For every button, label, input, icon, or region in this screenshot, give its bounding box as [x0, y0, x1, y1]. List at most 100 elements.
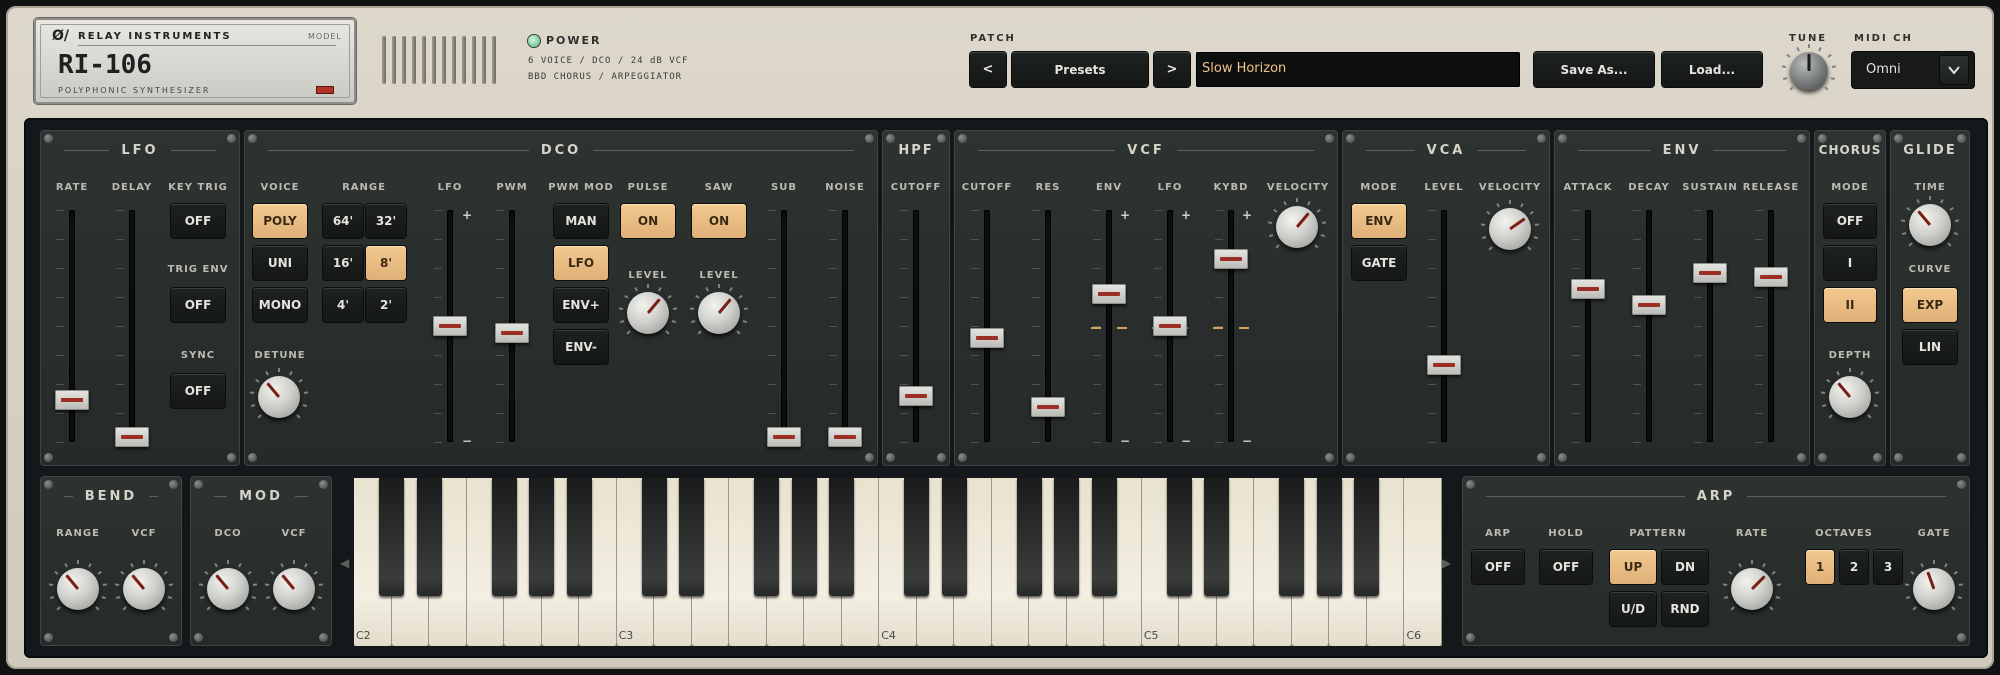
- black-key[interactable]: [566, 478, 592, 596]
- dco-pwm-slider[interactable]: [492, 198, 532, 454]
- vcf-velocity-knob[interactable]: [1276, 206, 1318, 248]
- range-8-button[interactable]: 8': [366, 246, 406, 280]
- slider-cap[interactable]: [970, 327, 1004, 348]
- patch-name-display[interactable]: Slow Horizon: [1196, 52, 1520, 87]
- mod-dco-knob[interactable]: [207, 568, 249, 610]
- voice-uni-button[interactable]: UNI: [253, 246, 307, 280]
- vcf-env-slider[interactable]: [1089, 198, 1129, 454]
- lfo-trigenv-button[interactable]: OFF: [171, 288, 225, 322]
- tune-knob[interactable]: [1790, 52, 1828, 90]
- black-key[interactable]: [904, 478, 930, 596]
- slider-cap[interactable]: [1571, 278, 1605, 299]
- pwmmod-man-button[interactable]: MAN: [554, 204, 608, 238]
- arp-gate-knob[interactable]: [1913, 568, 1955, 610]
- black-key[interactable]: [416, 478, 442, 596]
- slider-cap[interactable]: [115, 427, 149, 448]
- vcf-lfo-slider[interactable]: [1150, 198, 1190, 454]
- arp-toggle-button[interactable]: OFF: [1472, 550, 1524, 584]
- patch-prev-button[interactable]: <: [970, 52, 1006, 87]
- pulse-level-knob[interactable]: [627, 292, 669, 334]
- chorus-i-button[interactable]: I: [1824, 246, 1876, 280]
- arp-pattern-up-button[interactable]: UP: [1610, 550, 1656, 584]
- range-4-button[interactable]: 4': [323, 288, 363, 322]
- black-key[interactable]: [1204, 478, 1230, 596]
- mod-vcf-knob[interactable]: [273, 568, 315, 610]
- env-attack-slider[interactable]: [1568, 198, 1608, 454]
- chorus-depth-knob[interactable]: [1829, 376, 1871, 418]
- save-as-button[interactable]: Save As...: [1534, 52, 1654, 87]
- env-sustain-slider[interactable]: [1690, 198, 1730, 454]
- slider-track[interactable]: [781, 210, 787, 442]
- black-key[interactable]: [941, 478, 967, 596]
- black-key[interactable]: [829, 478, 855, 596]
- black-key[interactable]: [791, 478, 817, 596]
- vcf-res-slider[interactable]: [1028, 198, 1068, 454]
- midi-ch-select[interactable]: Omni: [1852, 52, 1974, 88]
- arp-pattern-ud-button[interactable]: U/D: [1610, 592, 1656, 626]
- pulse-button[interactable]: ON: [621, 204, 675, 238]
- bend-range-knob[interactable]: [57, 568, 99, 610]
- arp-octave-2-button[interactable]: 2: [1840, 550, 1868, 584]
- voice-mono-button[interactable]: MONO: [253, 288, 307, 322]
- black-key[interactable]: [1166, 478, 1192, 596]
- slider-track[interactable]: [1441, 210, 1447, 442]
- lfo-sync-button[interactable]: OFF: [171, 374, 225, 408]
- glide-exp-button[interactable]: EXP: [1903, 288, 1957, 322]
- lfo-rate-slider[interactable]: [52, 198, 92, 454]
- sub-slider[interactable]: [764, 198, 804, 454]
- slider-cap[interactable]: [1427, 355, 1461, 376]
- glide-time-knob[interactable]: [1909, 204, 1951, 246]
- slider-cap[interactable]: [1693, 262, 1727, 283]
- black-key[interactable]: [1279, 478, 1305, 596]
- slider-track[interactable]: [1707, 210, 1713, 442]
- black-key[interactable]: [529, 478, 555, 596]
- black-key[interactable]: [379, 478, 405, 596]
- env-decay-slider[interactable]: [1629, 198, 1669, 454]
- dco-lfo-slider[interactable]: [430, 198, 470, 454]
- saw-button[interactable]: ON: [692, 204, 746, 238]
- pwmmod-lfo-button[interactable]: LFO: [554, 246, 608, 280]
- slider-cap[interactable]: [899, 385, 933, 406]
- range-16-button[interactable]: 16': [323, 246, 363, 280]
- slider-cap[interactable]: [1632, 295, 1666, 316]
- range-2-button[interactable]: 2': [366, 288, 406, 322]
- black-key[interactable]: [1091, 478, 1117, 596]
- lfo-delay-slider[interactable]: [112, 198, 152, 454]
- slider-cap[interactable]: [1754, 267, 1788, 288]
- black-key[interactable]: [1054, 478, 1080, 596]
- power-led[interactable]: [528, 35, 540, 47]
- detune-knob[interactable]: [258, 376, 300, 418]
- chevron-down-icon[interactable]: [1940, 56, 1968, 84]
- arp-octave-1-button[interactable]: 1: [1806, 550, 1834, 584]
- arp-hold-button[interactable]: OFF: [1540, 550, 1592, 584]
- vcf-cutoff-slider[interactable]: [967, 198, 1007, 454]
- range-64-button[interactable]: 64': [323, 204, 363, 238]
- lfo-keytrig-button[interactable]: OFF: [171, 204, 225, 238]
- slider-cap[interactable]: [767, 427, 801, 448]
- black-key[interactable]: [1316, 478, 1342, 596]
- range-32-button[interactable]: 32': [366, 204, 406, 238]
- slider-cap[interactable]: [433, 316, 467, 336]
- arp-pattern-dn-button[interactable]: DN: [1662, 550, 1708, 584]
- slider-track[interactable]: [1768, 210, 1774, 442]
- glide-lin-button[interactable]: LIN: [1903, 330, 1957, 364]
- keyboard-left-arrow[interactable]: ◀: [340, 556, 349, 570]
- slider-cap[interactable]: [828, 427, 862, 448]
- arp-pattern-rnd-button[interactable]: RND: [1662, 592, 1708, 626]
- hpf-cutoff-slider[interactable]: [896, 198, 936, 454]
- keyboard-right-arrow[interactable]: ▶: [1442, 556, 1451, 570]
- saw-level-knob[interactable]: [698, 292, 740, 334]
- chorus-ii-button[interactable]: II: [1824, 288, 1876, 322]
- vca-env-button[interactable]: ENV: [1352, 204, 1406, 238]
- black-key[interactable]: [679, 478, 705, 596]
- black-key[interactable]: [1354, 478, 1380, 596]
- slider-track[interactable]: [1106, 210, 1112, 442]
- chorus-off-button[interactable]: OFF: [1824, 204, 1876, 238]
- pwmmod-envplus-button[interactable]: ENV+: [554, 288, 608, 322]
- black-key[interactable]: [491, 478, 517, 596]
- voice-poly-button[interactable]: POLY: [253, 204, 307, 238]
- vcf-kybd-slider[interactable]: [1211, 198, 1251, 454]
- slider-track[interactable]: [1228, 210, 1234, 442]
- presets-button[interactable]: Presets: [1012, 52, 1148, 87]
- load-button[interactable]: Load...: [1662, 52, 1762, 87]
